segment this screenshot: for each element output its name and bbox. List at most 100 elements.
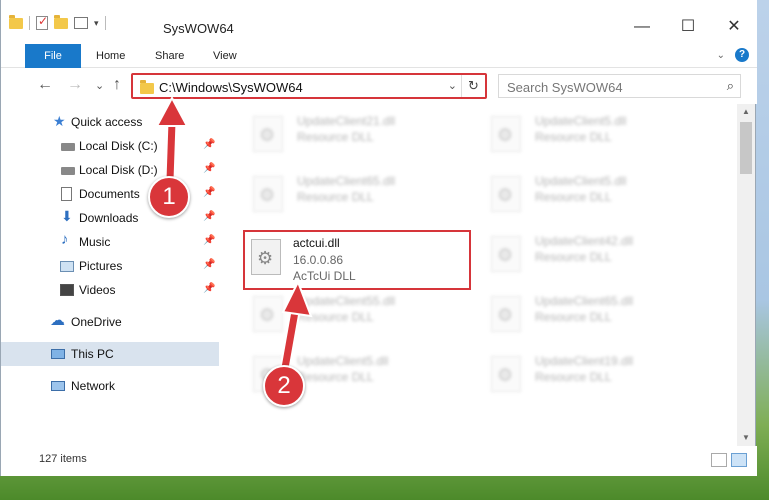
file-item[interactable]: UpdateClient5.dll Resource DLL bbox=[483, 168, 711, 224]
vertical-scrollbar[interactable]: ▲ ▼ bbox=[737, 104, 755, 446]
sidebar-item-label: Videos bbox=[79, 283, 116, 297]
status-bar: 127 items bbox=[1, 446, 757, 476]
file-description: Resource DLL bbox=[297, 190, 374, 204]
dll-file-icon bbox=[253, 116, 283, 152]
pin-icon[interactable]: 📌 bbox=[203, 163, 215, 174]
details-view-icon[interactable] bbox=[711, 453, 727, 467]
search-placeholder: Search SysWOW64 bbox=[507, 80, 623, 95]
sidebar-item-local-disk-c[interactable]: Local Disk (C:) 📌 bbox=[1, 134, 219, 158]
pin-icon[interactable]: 📌 bbox=[203, 283, 215, 294]
tab-file[interactable]: File bbox=[25, 44, 81, 68]
dll-file-icon bbox=[491, 176, 521, 212]
file-name: UpdateClient5.dll bbox=[297, 354, 389, 368]
file-name: actcui.dll bbox=[293, 236, 340, 250]
address-bar[interactable]: C:\Windows\SysWOW64 ⌄ ↻ bbox=[131, 73, 487, 99]
music-icon: ♪ bbox=[61, 231, 69, 248]
computer-icon bbox=[51, 349, 65, 359]
pin-icon[interactable]: 📌 bbox=[203, 259, 215, 270]
pin-icon[interactable]: 📌 bbox=[203, 211, 215, 222]
divider bbox=[104, 16, 106, 30]
folder-icon bbox=[9, 14, 23, 29]
sidebar-item-onedrive[interactable]: ☁ OneDrive bbox=[1, 310, 219, 334]
search-input[interactable]: Search SysWOW64 ⌕ bbox=[498, 74, 741, 98]
file-item[interactable]: UpdateClient65.dll Resource DLL bbox=[483, 288, 711, 344]
dll-file-icon bbox=[491, 116, 521, 152]
sidebar-item-pictures[interactable]: Pictures 📌 bbox=[1, 254, 219, 278]
properties-check-icon[interactable] bbox=[36, 14, 48, 30]
videos-icon bbox=[60, 284, 74, 296]
refresh-button[interactable]: ↻ bbox=[461, 75, 485, 97]
address-path[interactable]: C:\Windows\SysWOW64 bbox=[159, 80, 303, 95]
file-description: Resource DLL bbox=[535, 250, 612, 264]
up-button[interactable]: ↑ bbox=[113, 76, 121, 94]
sidebar-item-label: Pictures bbox=[79, 259, 123, 273]
star-icon: ★ bbox=[53, 113, 66, 129]
sidebar-item-videos[interactable]: Videos 📌 bbox=[1, 278, 219, 302]
address-dropdown-icon[interactable]: ⌄ bbox=[448, 79, 457, 92]
explorer-window: ▾ SysWOW64 — ☐ ✕ File Home Share View ⌄ … bbox=[0, 0, 757, 476]
network-icon bbox=[51, 381, 65, 391]
file-item[interactable]: UpdateClient55.dll Resource DLL bbox=[245, 288, 473, 344]
sidebar-item-label: Quick access bbox=[71, 115, 143, 129]
file-name: UpdateClient5.dll bbox=[535, 174, 627, 188]
navigation-bar: ← → ⌄ ↑ C:\Windows\SysWOW64 ⌄ ↻ Search S… bbox=[1, 68, 757, 104]
search-icon[interactable]: ⌕ bbox=[727, 78, 734, 94]
pin-icon[interactable]: 📌 bbox=[203, 139, 215, 150]
file-item[interactable]: UpdateClient19.dll Resource DLL bbox=[483, 348, 711, 404]
file-item[interactable]: UpdateClient5.dll Resource DLL bbox=[483, 108, 711, 164]
file-item[interactable]: UpdateClient42.dll Resource DLL bbox=[483, 228, 711, 284]
expand-ribbon-icon[interactable]: ⌄ bbox=[717, 50, 725, 61]
sidebar-item-music[interactable]: ♪ Music 📌 bbox=[1, 230, 219, 254]
pin-icon[interactable]: 📌 bbox=[203, 235, 215, 246]
drive-icon bbox=[61, 167, 75, 175]
file-name: UpdateClient19.dll bbox=[535, 354, 634, 368]
sidebar-item-local-disk-d[interactable]: Local Disk (D:) 📌 bbox=[1, 158, 219, 182]
download-icon: ⬇ bbox=[61, 208, 73, 224]
sidebar-item-quick-access[interactable]: ★ Quick access bbox=[1, 110, 219, 134]
file-name: UpdateClient21.dll bbox=[297, 114, 396, 128]
file-name: UpdateClient55.dll bbox=[297, 294, 396, 308]
sidebar-item-network[interactable]: Network bbox=[1, 374, 219, 398]
ribbon-tabs: File Home Share View ⌄ ? bbox=[1, 44, 757, 68]
file-description: Resource DLL bbox=[297, 130, 374, 144]
documents-icon bbox=[61, 187, 72, 201]
back-button[interactable]: ← bbox=[37, 76, 53, 94]
close-button[interactable]: ✕ bbox=[711, 12, 757, 42]
chevron-down-icon[interactable]: ▾ bbox=[94, 18, 99, 29]
recent-locations-button[interactable]: ⌄ bbox=[95, 79, 104, 92]
file-name: UpdateClient65.dll bbox=[535, 294, 634, 308]
file-description: Resource DLL bbox=[535, 130, 612, 144]
file-name: UpdateClient65.dll bbox=[297, 174, 396, 188]
forward-button[interactable]: → bbox=[67, 76, 83, 94]
sidebar-item-label: Local Disk (C:) bbox=[79, 139, 158, 153]
divider bbox=[29, 16, 30, 30]
file-description: Resource DLL bbox=[535, 190, 612, 204]
maximize-button[interactable]: ☐ bbox=[665, 12, 711, 42]
file-description: Resource DLL bbox=[297, 370, 374, 384]
dll-file-icon bbox=[491, 356, 521, 392]
sidebar-item-this-pc[interactable]: This PC bbox=[1, 342, 219, 366]
tab-share[interactable]: Share bbox=[155, 44, 184, 68]
tab-home[interactable]: Home bbox=[96, 44, 125, 68]
customize-icon[interactable] bbox=[74, 17, 88, 29]
large-icons-view-icon[interactable] bbox=[731, 453, 747, 467]
pin-icon[interactable]: 📌 bbox=[203, 187, 215, 198]
file-item[interactable]: UpdateClient21.dll Resource DLL bbox=[245, 108, 473, 164]
sidebar-item-label: OneDrive bbox=[71, 315, 122, 329]
step-1-badge: 1 bbox=[148, 176, 190, 218]
title-bar: ▾ SysWOW64 — ☐ ✕ bbox=[1, 0, 757, 44]
step-2-badge: 2 bbox=[263, 365, 305, 407]
highlighted-file-item[interactable]: actcui.dll 16.0.0.86 AcTcUi DLL bbox=[243, 230, 471, 290]
sidebar-item-downloads[interactable]: ⬇ Downloads 📌 bbox=[1, 206, 219, 230]
sidebar-item-label: Local Disk (D:) bbox=[79, 163, 158, 177]
tab-view[interactable]: View bbox=[213, 44, 237, 68]
minimize-button[interactable]: — bbox=[619, 12, 665, 42]
scroll-up-icon[interactable]: ▲ bbox=[737, 104, 755, 120]
scroll-thumb[interactable] bbox=[740, 122, 752, 174]
sidebar-item-label: Music bbox=[79, 235, 111, 249]
scroll-down-icon[interactable]: ▼ bbox=[737, 430, 755, 446]
cloud-icon: ☁ bbox=[50, 312, 65, 329]
help-icon[interactable]: ? bbox=[735, 48, 749, 62]
new-folder-icon[interactable] bbox=[54, 14, 68, 29]
file-item[interactable]: UpdateClient65.dll Resource DLL bbox=[245, 168, 473, 224]
